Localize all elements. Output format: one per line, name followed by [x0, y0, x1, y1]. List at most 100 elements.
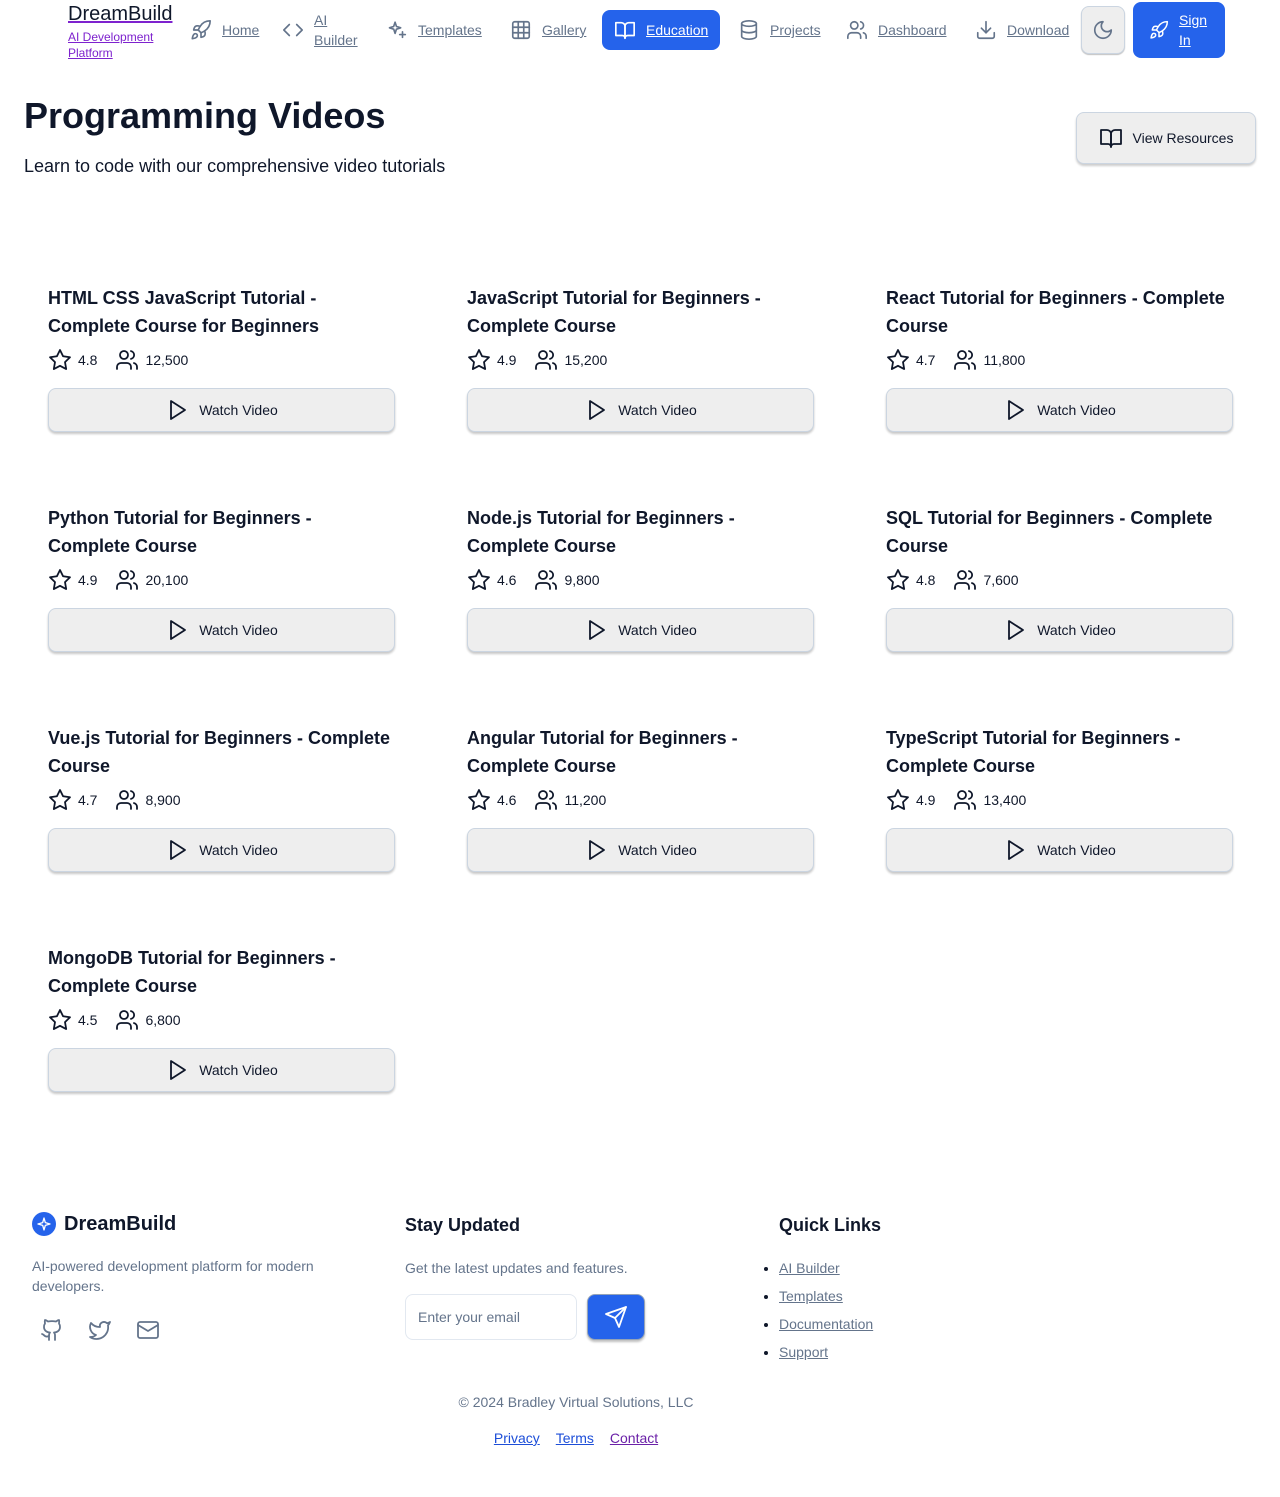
- nav-label: Projects: [770, 22, 821, 38]
- star-icon: [49, 569, 71, 590]
- quick-link-ai-builder[interactable]: AI Builder: [779, 1260, 840, 1276]
- nav-label: Dashboard: [878, 22, 947, 38]
- email-input[interactable]: [405, 1294, 577, 1340]
- nav-projects[interactable]: Projects: [726, 10, 833, 50]
- rating: 4.9: [886, 788, 935, 812]
- nav-label: Gallery: [542, 22, 587, 38]
- students: 20,100: [115, 568, 188, 592]
- watch-video-button[interactable]: Watch Video: [886, 388, 1233, 432]
- watch-video-label: Watch Video: [618, 622, 697, 638]
- rating: 4.9: [467, 348, 516, 372]
- twitter-icon[interactable]: [88, 1318, 112, 1342]
- nav-ai-builder[interactable]: AI Builder: [270, 10, 374, 50]
- students: 11,800: [953, 348, 1025, 372]
- watch-video-button[interactable]: Watch Video: [467, 608, 814, 652]
- grid-icon: [511, 20, 531, 40]
- play-icon: [1008, 840, 1025, 860]
- legal-links: Privacy Terms Contact: [0, 1430, 1152, 1446]
- privacy-link[interactable]: Privacy: [494, 1430, 540, 1446]
- sign-in-button[interactable]: Sign In: [1133, 2, 1225, 58]
- github-icon[interactable]: [40, 1318, 64, 1342]
- rating: 4.6: [467, 788, 516, 812]
- watch-video-button[interactable]: Watch Video: [467, 828, 814, 872]
- watch-video-button[interactable]: Watch Video: [48, 388, 395, 432]
- star-icon: [49, 349, 71, 370]
- students-count: 20,100: [145, 572, 189, 588]
- watch-video-button[interactable]: Watch Video: [48, 608, 395, 652]
- students: 13,400: [953, 788, 1026, 812]
- users-icon: [954, 790, 977, 810]
- rating: 4.7: [886, 348, 935, 372]
- video-title: MongoDB Tutorial for Beginners - Complet…: [48, 948, 336, 996]
- contact-link[interactable]: Contact: [610, 1430, 658, 1446]
- terms-link[interactable]: Terms: [556, 1430, 594, 1446]
- nav-dashboard[interactable]: Dashboard: [834, 10, 959, 50]
- subscribe-button[interactable]: [587, 1294, 645, 1340]
- view-resources-label: View Resources: [1132, 130, 1234, 146]
- watch-video-button[interactable]: Watch Video: [48, 1048, 395, 1092]
- video-meta: 4.6 11,200: [467, 784, 814, 816]
- students-count: 8,900: [145, 792, 181, 808]
- users-icon: [954, 350, 977, 370]
- quick-link-item: Support: [779, 1338, 881, 1366]
- watch-video-label: Watch Video: [1037, 402, 1116, 418]
- rating: 4.7: [48, 788, 97, 812]
- nav-home[interactable]: Home: [178, 10, 271, 50]
- view-resources-button[interactable]: View Resources: [1076, 112, 1256, 164]
- book-open-icon: [1099, 129, 1122, 148]
- play-icon: [170, 840, 187, 860]
- video-meta: 4.8 7,600: [886, 564, 1233, 596]
- mail-icon[interactable]: [136, 1318, 160, 1342]
- users-icon: [116, 570, 139, 590]
- footer-brand: DreamBuild: [32, 1212, 332, 1236]
- watch-video-label: Watch Video: [1037, 622, 1116, 638]
- video-title: JavaScript Tutorial for Beginners - Comp…: [467, 288, 761, 336]
- watch-video-label: Watch Video: [199, 1062, 278, 1078]
- copyright: © 2024 Bradley Virtual Solutions, LLC: [458, 1394, 694, 1410]
- rating-value: 4.9: [497, 352, 517, 368]
- brand[interactable]: DreamBuild AI Development Platform: [68, 2, 178, 61]
- quick-link-support[interactable]: Support: [779, 1344, 828, 1360]
- top-navbar: DreamBuild AI Development Platform Home …: [0, 0, 1280, 62]
- users-icon: [847, 20, 867, 40]
- quick-links-heading: Quick Links: [779, 1215, 882, 1235]
- nav-gallery[interactable]: Gallery: [498, 10, 598, 50]
- watch-video-button[interactable]: Watch Video: [886, 828, 1233, 872]
- brand-tagline[interactable]: AI Development Platform: [68, 29, 164, 61]
- quick-link-templates[interactable]: Templates: [779, 1288, 843, 1304]
- nav-download[interactable]: Download: [963, 10, 1081, 50]
- brand-name[interactable]: DreamBuild: [68, 2, 178, 26]
- star-icon: [468, 569, 490, 590]
- quick-links-column: Quick Links AI Builder Templates Documen…: [779, 1212, 881, 1366]
- students-count: 11,800: [983, 352, 1026, 368]
- send-icon: [605, 1306, 627, 1328]
- star-icon: [887, 789, 909, 810]
- nav-label: Download: [1007, 22, 1070, 38]
- watch-video-button[interactable]: Watch Video: [48, 828, 395, 872]
- video-card: SQL Tutorial for Beginners - Complete Co…: [886, 504, 1233, 652]
- play-icon: [1008, 620, 1025, 640]
- quick-link-item: Documentation: [779, 1310, 881, 1338]
- footer-brand-column: DreamBuild AI-powered development platfo…: [32, 1212, 332, 1342]
- play-icon: [589, 840, 606, 860]
- quick-link-documentation[interactable]: Documentation: [779, 1316, 873, 1332]
- video-card: Angular Tutorial for Beginners - Complet…: [467, 724, 814, 872]
- video-meta: 4.9 20,100: [48, 564, 395, 596]
- video-card: Vue.js Tutorial for Beginners - Complete…: [48, 724, 395, 872]
- play-icon: [170, 1060, 187, 1080]
- quick-link-item: Templates: [779, 1282, 881, 1310]
- nav-education[interactable]: Education: [602, 10, 721, 50]
- social-links: [32, 1318, 332, 1342]
- watch-video-label: Watch Video: [618, 402, 697, 418]
- watch-video-button[interactable]: Watch Video: [886, 608, 1233, 652]
- nav-templates[interactable]: Templates: [374, 10, 494, 50]
- watch-video-label: Watch Video: [199, 842, 278, 858]
- play-icon: [170, 400, 187, 420]
- theme-toggle-button[interactable]: [1081, 6, 1125, 54]
- watch-video-button[interactable]: Watch Video: [467, 388, 814, 432]
- students: 8,900: [115, 788, 181, 812]
- students: 6,800: [115, 1008, 181, 1032]
- star-icon: [49, 789, 71, 810]
- video-card: Python Tutorial for Beginners - Complete…: [48, 504, 395, 652]
- star-icon: [887, 569, 909, 590]
